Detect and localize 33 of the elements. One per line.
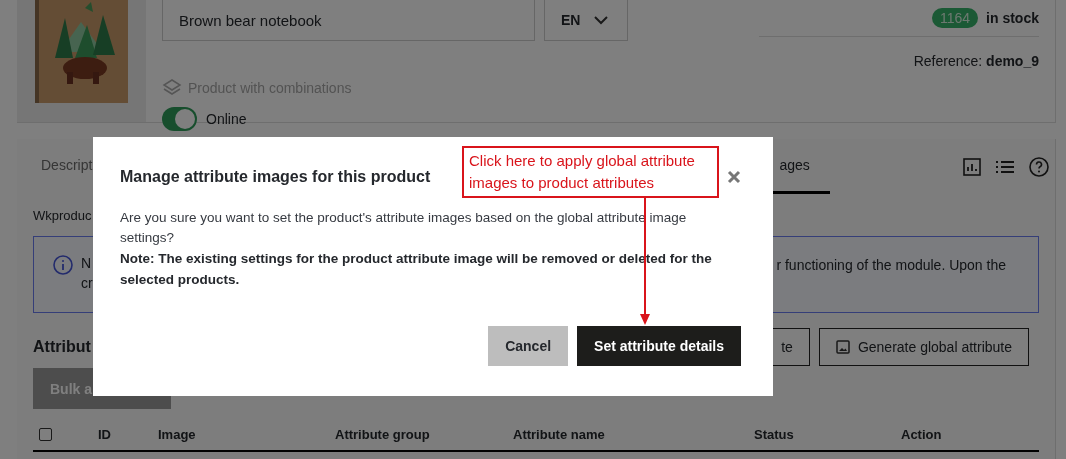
column-header: Image [158,426,197,442]
stock-label: in stock [986,10,1039,26]
image-icon [835,340,850,354]
chart-icon[interactable] [963,157,981,176]
close-icon[interactable] [727,170,741,184]
cancel-button[interactable]: Cancel [488,326,569,366]
column-header: Attribute group [335,426,431,442]
help-icon[interactable] [1029,156,1049,177]
notice-text: r functioning of the module. Upon the [776,257,1006,273]
online-toggle[interactable] [162,107,197,131]
panel-title: Wkproduc [33,208,92,223]
online-label: Online [206,111,247,127]
list-icon[interactable] [995,159,1015,174]
layers-icon [162,79,182,97]
product-name-field[interactable]: Brown bear notebook [162,0,535,41]
language-select[interactable]: EN [544,0,628,41]
notice-text: cr [81,275,93,291]
section-title: Attribut [33,338,91,356]
annotation-callout: Click here to apply global attribute images to product attributes [462,146,719,198]
info-icon [53,255,73,275]
confirm-button[interactable]: Set attribute details [577,326,741,366]
column-header: Action [901,426,943,442]
notice-text: N [81,255,93,271]
dialog-title: Manage attribute images for this product [120,168,431,186]
stock-badge: 1164 [932,8,979,28]
column-header: Attribute name [513,426,606,442]
column-header: ID [98,426,112,442]
dialog-message: Are you sure you want to set the product's attribute images based on the global attribute image settings? [120,209,688,247]
select-all-checkbox[interactable] [39,427,52,441]
column-header: Status [754,426,795,442]
chevron-down-icon [594,15,609,25]
reference-text: Reference: demo_9 [913,53,1039,69]
action-button[interactable]: Generate global attribute [818,328,1029,366]
